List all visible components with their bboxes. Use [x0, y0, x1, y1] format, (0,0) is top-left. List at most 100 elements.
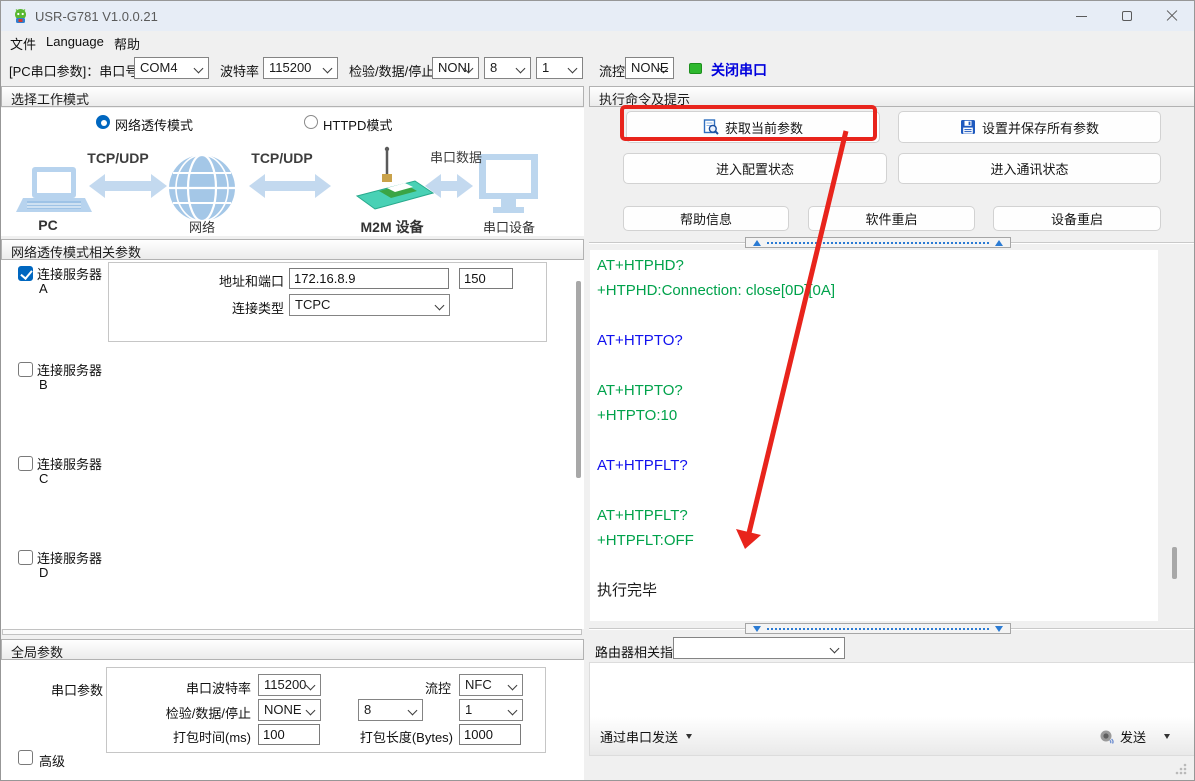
global-parity-value: NONE — [264, 702, 302, 717]
server-b-suffix: B — [39, 377, 48, 392]
server-b-checkbox[interactable] — [18, 362, 33, 377]
server-a-port-input[interactable] — [459, 268, 513, 289]
link3-label: 串口数据 — [430, 150, 482, 165]
serial-group-label: 串口参数 — [51, 680, 103, 699]
exec-section-header: 执行命令及提示 — [589, 86, 1195, 107]
server-a-suffix: A — [39, 281, 48, 296]
parity-value: NONI — [438, 60, 471, 75]
send-dropdown-icon[interactable] — [1164, 734, 1170, 739]
router-cmd-select[interactable] — [673, 637, 845, 659]
server-a-addr-input[interactable] — [289, 268, 449, 289]
log-vertical-scrollbar[interactable] — [1172, 547, 1177, 579]
global-stopbits-select[interactable]: 1 — [459, 699, 523, 721]
resize-grip-icon[interactable] — [1173, 761, 1189, 777]
close-port-link[interactable]: 关闭串口 — [711, 60, 767, 80]
global-parity-select[interactable]: NONE — [258, 699, 321, 721]
packtime-label: 打包时间(ms) — [121, 727, 251, 746]
advanced-label[interactable]: 高级 — [39, 751, 65, 770]
global-baud-label: 串口波特率 — [121, 678, 251, 697]
radio-httpd-mode[interactable] — [304, 115, 318, 129]
minimize-icon — [1076, 16, 1087, 17]
topology-diagram: TCP/UDP TCP/UDP 串口数据 PC 网络 M2M 设备 串口设备 — [1, 141, 584, 236]
bottom-splitter-handle[interactable] — [745, 623, 1011, 634]
save-floppy-icon — [960, 119, 976, 135]
splitter-dots — [767, 242, 989, 244]
enter-comm-button[interactable]: 进入通讯状态 — [898, 153, 1161, 184]
save-params-button[interactable]: 设置并保存所有参数 — [898, 111, 1161, 143]
databits-value: 8 — [490, 60, 497, 75]
m2m-node-label: M2M 设备 — [361, 219, 425, 235]
databits-select[interactable]: 8 — [484, 57, 531, 79]
send-toolbar: 通过串口发送 发送 — [590, 717, 1194, 755]
global-parity-label: 检验/数据/停止 — [121, 703, 251, 722]
log-line: 执行完毕 — [597, 578, 1158, 603]
send-via-serial-label[interactable]: 通过串口发送 — [600, 727, 678, 746]
server-d-checkbox[interactable] — [18, 550, 33, 565]
maximize-icon — [1122, 11, 1132, 21]
server-a-checkbox[interactable] — [18, 266, 33, 281]
enter-comm-label: 进入通讯状态 — [990, 159, 1068, 178]
server-c-checkbox[interactable] — [18, 456, 33, 471]
maximize-button[interactable] — [1104, 1, 1150, 31]
left-panel-horizontal-scrollbar[interactable] — [2, 629, 582, 635]
enter-config-label: 进入配置状态 — [716, 159, 794, 178]
server-a-type-value: TCPC — [295, 297, 330, 312]
global-params-section-header: 全局参数 — [1, 639, 584, 660]
get-params-button[interactable]: 获取当前参数 — [626, 111, 880, 143]
network-globe-icon — [169, 155, 235, 221]
window-title: USR-G781 V1.0.0.21 — [35, 9, 158, 24]
global-flow-select[interactable]: NFC — [459, 674, 523, 696]
device-restart-label: 设备重启 — [1051, 209, 1103, 228]
get-params-label: 获取当前参数 — [725, 118, 803, 137]
menu-file[interactable]: 文件 — [10, 34, 36, 53]
link1-label: TCP/UDP — [87, 150, 148, 166]
close-button[interactable] — [1149, 1, 1195, 31]
software-restart-button[interactable]: 软件重启 — [808, 206, 975, 231]
advanced-checkbox[interactable] — [18, 750, 33, 765]
packlen-label: 打包长度(Bytes) — [331, 727, 453, 746]
radio-transparent-mode[interactable] — [96, 115, 110, 129]
close-icon — [1166, 10, 1178, 22]
stopbits-select[interactable]: 1 — [536, 57, 583, 79]
server-a-type-select[interactable]: TCPC — [289, 294, 450, 316]
log-line: AT+HTPFLT? — [597, 453, 1158, 478]
flow-label: 流控 — [599, 61, 625, 80]
parity-select[interactable]: NONI — [432, 57, 479, 79]
top-splitter-handle[interactable] — [745, 237, 1011, 248]
baud-select[interactable]: 115200 — [263, 57, 338, 79]
send-via-dropdown-icon[interactable] — [686, 734, 692, 739]
splitter-down-icon — [753, 626, 761, 632]
log-line: +HTPFLT:OFF — [597, 528, 1158, 553]
device-restart-button[interactable]: 设备重启 — [993, 206, 1161, 231]
menu-language[interactable]: Language — [46, 34, 104, 49]
flow-value: NONE — [631, 60, 669, 75]
send-input-area[interactable]: 通过串口发送 发送 — [589, 662, 1195, 756]
command-log[interactable]: AT+HTPHD? +HTPHD:Connection: close[0D][0… — [590, 250, 1158, 621]
help-info-button[interactable]: 帮助信息 — [623, 206, 789, 231]
flow-select[interactable]: NONE — [625, 57, 674, 79]
packlen-input[interactable] — [459, 724, 521, 745]
menu-help[interactable]: 帮助 — [114, 34, 140, 53]
app-icon — [12, 8, 29, 25]
send-button[interactable]: 发送 — [1120, 727, 1146, 746]
radio-httpd-mode-label[interactable]: HTTPD模式 — [323, 115, 392, 134]
radio-transparent-mode-label[interactable]: 网络透传模式 — [115, 115, 193, 134]
global-baud-select[interactable]: 115200 — [258, 674, 321, 696]
stopbits-value: 1 — [542, 60, 549, 75]
minimize-button[interactable] — [1058, 1, 1104, 31]
search-document-icon — [703, 119, 719, 135]
left-panel-vertical-scrollbar[interactable] — [576, 281, 581, 478]
arrow-m2m-serial — [425, 174, 473, 198]
arrow-net-m2m — [249, 174, 331, 198]
com-port-value: COM4 — [140, 60, 178, 75]
splitter-up-icon — [995, 240, 1003, 246]
serial-node-label: 串口设备 — [483, 220, 535, 235]
global-baud-value: 115200 — [264, 677, 306, 692]
packtime-input[interactable] — [258, 724, 320, 745]
log-line: AT+HTPFLT? — [597, 503, 1158, 528]
com-port-select[interactable]: COM4 — [134, 57, 209, 79]
net-params-section-header: 网络透传模式相关参数 — [1, 239, 584, 260]
pc-laptop-icon — [16, 167, 92, 212]
enter-config-button[interactable]: 进入配置状态 — [623, 153, 887, 184]
global-databits-select[interactable]: 8 — [358, 699, 423, 721]
